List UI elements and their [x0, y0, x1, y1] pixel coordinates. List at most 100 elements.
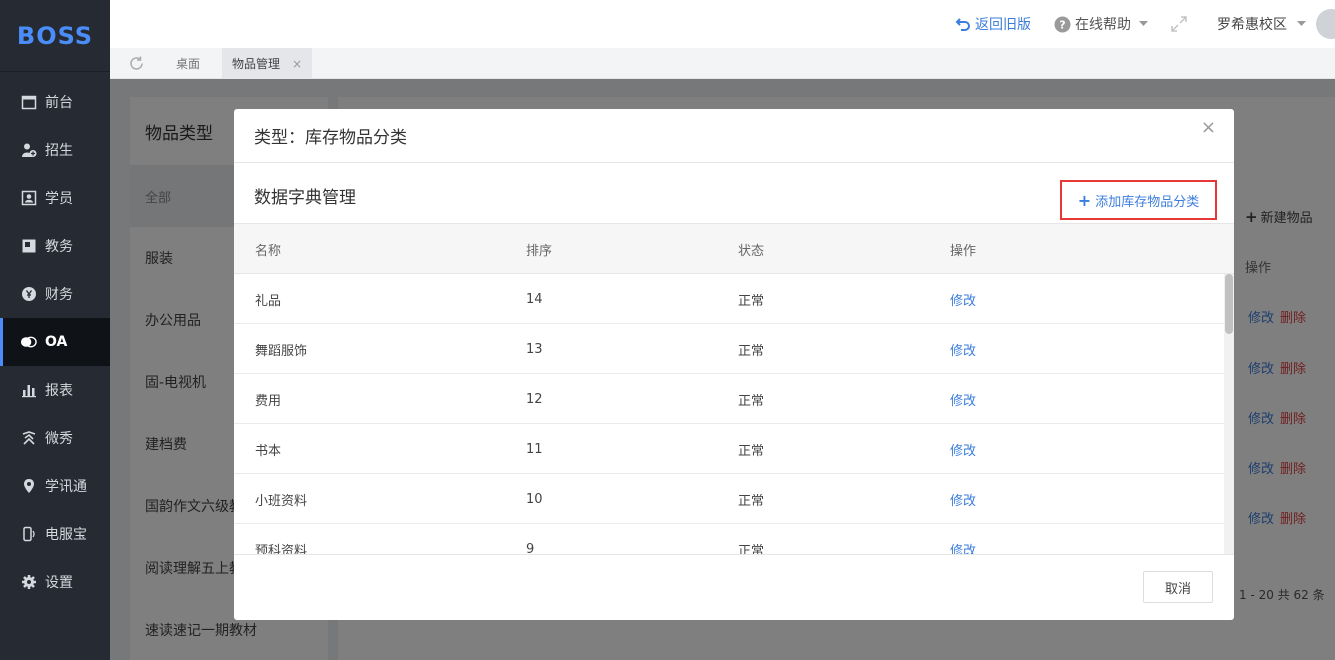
sidebar-item-xuexuntong[interactable]: 学讯通 [0, 462, 110, 510]
location-pin-icon [20, 478, 37, 495]
logo-text: BOSS [16, 21, 94, 50]
cell-name: 礼品 [255, 293, 282, 309]
logo[interactable]: BOSS [0, 0, 110, 72]
cell-status: 正常 [738, 443, 765, 459]
fullscreen-button[interactable] [1170, 0, 1188, 48]
cell-order: 11 [526, 441, 543, 457]
campus-label: 罗希惠校区 [1217, 17, 1287, 33]
chat-bubbles-icon [20, 334, 37, 351]
tab-item-management[interactable]: 物品管理 × [222, 48, 313, 79]
xiu-icon [20, 430, 37, 447]
sidebar-item-jiaowu[interactable]: 教务 [0, 222, 110, 270]
book-icon [20, 238, 37, 255]
sidebar-item-weixiu[interactable]: 微秀 [0, 414, 110, 462]
add-category-button[interactable]: + 添加库存物品分类 [1060, 180, 1217, 220]
table-header: 名称 排序 状态 操作 [234, 223, 1234, 274]
scrollbar-thumb[interactable] [1225, 274, 1233, 334]
yen-icon [20, 286, 37, 303]
tab-label: 桌面 [176, 57, 201, 71]
sidebar-item-xueyuan[interactable]: 学员 [0, 174, 110, 222]
top-bar: 返回旧版 ? 在线帮助 罗希惠校区 [110, 0, 1335, 48]
cell-order: 12 [526, 391, 543, 407]
online-help-dropdown[interactable]: ? 在线帮助 [1054, 0, 1148, 48]
svg-text:?: ? [1059, 18, 1065, 31]
plus-icon: + [1077, 190, 1092, 210]
sidebar-item-qiantai[interactable]: 前台 [0, 78, 110, 126]
cell-order: 14 [526, 291, 543, 307]
user-plus-icon [20, 142, 37, 159]
table-scrollbar[interactable] [1224, 274, 1234, 554]
sidebar-item-label: OA [45, 334, 68, 350]
cell-status: 正常 [738, 343, 765, 359]
edit-link[interactable]: 修改 [950, 424, 976, 474]
back-to-old-version-link[interactable]: 返回旧版 [955, 0, 1031, 48]
dictionary-header: 数据字典管理 + 添加库存物品分类 [234, 163, 1234, 223]
cell-name: 预科资料 [255, 543, 308, 555]
sidebar-item-label: 学员 [45, 191, 73, 207]
table-row: 预科资料 9 正常 修改 [234, 524, 1224, 555]
chevron-down-icon [1297, 21, 1306, 27]
edit-link[interactable]: 修改 [950, 474, 976, 524]
expand-icon [1170, 15, 1188, 33]
dialog-footer: 取消 [234, 554, 1234, 620]
table-row: 礼品 14 正常 修改 [234, 274, 1224, 324]
avatar[interactable] [1316, 9, 1335, 39]
cell-order: 13 [526, 341, 543, 357]
sidebar-item-dianfubao[interactable]: 电服宝 [0, 510, 110, 558]
cell-order: 10 [526, 491, 543, 507]
sidebar-item-label: 微秀 [45, 431, 73, 447]
undo-icon [955, 16, 971, 32]
sidebar-item-baobiao[interactable]: 报表 [0, 366, 110, 414]
campus-dropdown[interactable]: 罗希惠校区 [1217, 0, 1306, 48]
cell-status: 正常 [738, 493, 765, 509]
refresh-icon[interactable] [128, 55, 145, 76]
chevron-down-icon [1139, 21, 1148, 27]
tab-bar: 桌面 物品管理 × [110, 48, 1335, 79]
tab-desktop[interactable]: 桌面 [166, 48, 210, 79]
cell-name: 小班资料 [255, 493, 308, 509]
tab-label: 物品管理 [232, 57, 281, 71]
column-header-order: 排序 [526, 243, 553, 259]
bar-chart-icon [20, 382, 37, 399]
table-row: 舞蹈服饰 13 正常 修改 [234, 324, 1224, 374]
sidebar-item-caiwu[interactable]: 财务 [0, 270, 110, 318]
sidebar-item-shezhi[interactable]: 设置 [0, 558, 110, 606]
sidebar-item-label: 电服宝 [45, 527, 87, 543]
category-dialog: 类型：库存物品分类 × 数据字典管理 + 添加库存物品分类 名称 排序 状态 操… [234, 109, 1234, 620]
cell-name: 费用 [255, 393, 282, 409]
back-label: 返回旧版 [975, 17, 1031, 33]
table-row: 书本 11 正常 修改 [234, 424, 1224, 474]
help-label: 在线帮助 [1075, 17, 1131, 33]
sidebar-item-label: 教务 [45, 239, 73, 255]
calendar-icon [20, 94, 37, 111]
phone-icon [20, 526, 37, 543]
sidebar: BOSS 前台 招生 学员 教务 财务 OA 报表 微秀 学讯通 电服宝 设置 [0, 0, 110, 660]
cancel-button[interactable]: 取消 [1143, 571, 1213, 603]
edit-link[interactable]: 修改 [950, 374, 976, 424]
sidebar-item-label: 学讯通 [45, 479, 87, 495]
cell-status: 正常 [738, 543, 765, 555]
cell-status: 正常 [738, 293, 765, 309]
column-header-action: 操作 [950, 243, 977, 259]
sidebar-item-label: 前台 [45, 95, 73, 111]
sidebar-item-zhaosheng[interactable]: 招生 [0, 126, 110, 174]
sidebar-item-label: 招生 [45, 143, 73, 159]
sidebar-item-label: 报表 [45, 383, 73, 399]
dialog-title: 类型：库存物品分类 [234, 109, 1234, 163]
column-header-status: 状态 [738, 243, 765, 259]
edit-link[interactable]: 修改 [950, 274, 976, 324]
cell-status: 正常 [738, 393, 765, 409]
gear-icon [20, 574, 37, 591]
edit-link[interactable]: 修改 [950, 524, 976, 555]
edit-link[interactable]: 修改 [950, 324, 976, 374]
table-body: 礼品 14 正常 修改 舞蹈服饰 13 正常 修改 费用 12 正常 修改 书本… [234, 274, 1224, 554]
close-icon[interactable]: × [1201, 117, 1216, 138]
column-header-name: 名称 [255, 243, 282, 259]
section-title: 数据字典管理 [254, 188, 356, 208]
add-category-label: 添加库存物品分类 [1095, 194, 1200, 210]
table-row: 费用 12 正常 修改 [234, 374, 1224, 424]
sidebar-item-oa[interactable]: OA [0, 318, 110, 366]
close-icon[interactable]: × [292, 57, 302, 71]
question-icon: ? [1054, 16, 1071, 33]
table-row: 小班资料 10 正常 修改 [234, 474, 1224, 524]
